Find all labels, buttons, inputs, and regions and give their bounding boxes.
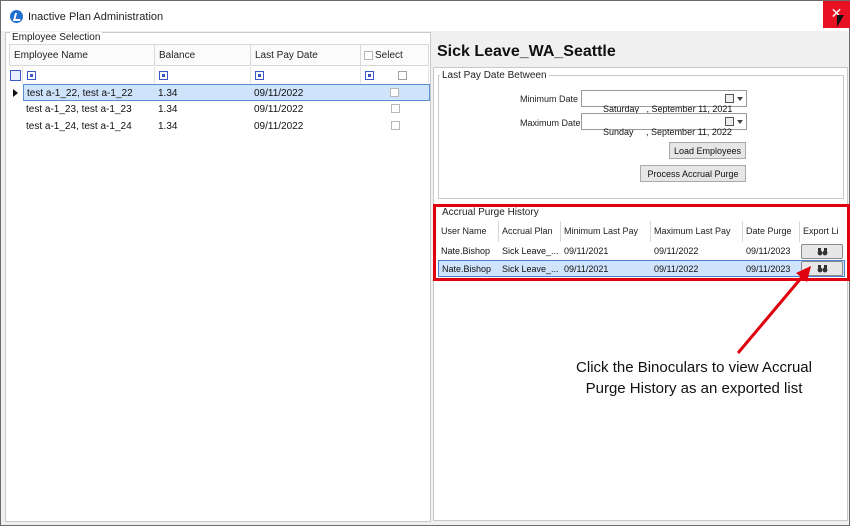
annotation-line-1: Click the Binoculars to view Accrual: [576, 359, 812, 376]
callout-arrow: [736, 266, 811, 354]
annotation-line-2: Purge History as an exported list: [585, 380, 803, 397]
instruction-annotation: Click the Binoculars to view Accrual Pur…: [541, 357, 847, 399]
inactive-plan-window: Inactive Plan Administration ✕ Employee …: [0, 0, 850, 526]
